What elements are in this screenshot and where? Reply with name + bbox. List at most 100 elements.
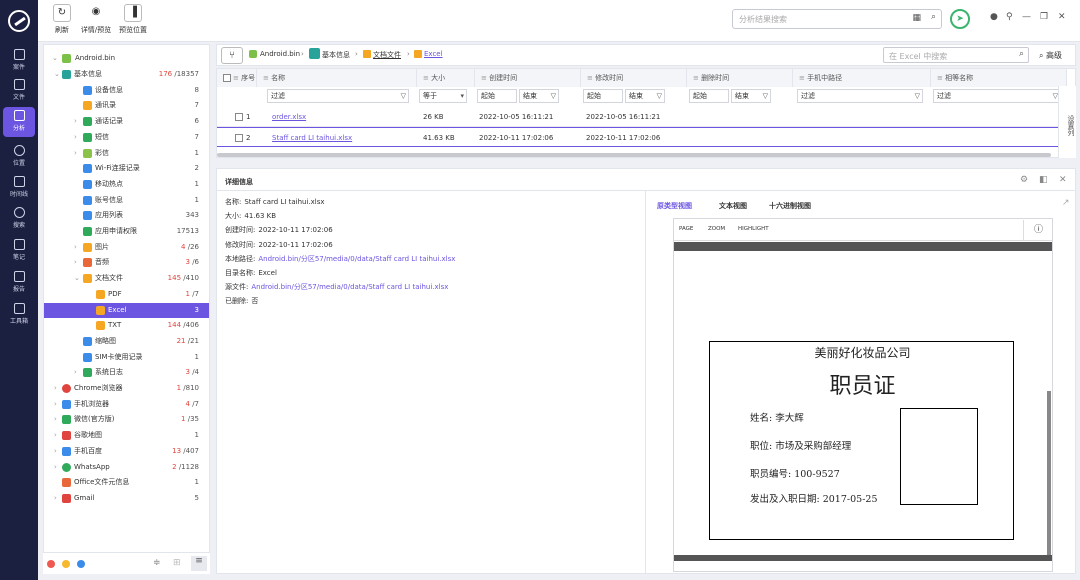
tree-item[interactable]: › 手机浏览器 4 /7 xyxy=(44,397,209,412)
nav-analysis[interactable]: 分析 xyxy=(3,107,35,137)
nav-case[interactable]: 案件 xyxy=(0,46,38,76)
analysis-search-input[interactable]: 分析结果搜索 ▦ ⌕ xyxy=(732,9,942,29)
tree-item[interactable]: › 通话记录 6 xyxy=(44,114,209,129)
breadcrumb-item[interactable]: Excel xyxy=(424,50,443,58)
tree-item[interactable]: Excel 3 xyxy=(44,302,209,318)
gps-icon[interactable]: ➤ xyxy=(950,9,970,29)
chevron-right-icon[interactable]: › xyxy=(74,130,77,145)
row-checkbox[interactable] xyxy=(235,113,243,121)
column-header[interactable]: ≡ 创建时间 xyxy=(475,69,581,87)
select-all-checkbox[interactable] xyxy=(223,74,231,82)
blue-dot-icon[interactable] xyxy=(77,560,85,568)
horizontal-scrollbar[interactable] xyxy=(217,153,1051,157)
external-link-icon[interactable]: ↗ xyxy=(1062,198,1070,208)
vertical-scrollbar[interactable] xyxy=(1047,391,1051,555)
grid-icon[interactable]: ⊞ xyxy=(173,558,181,568)
nav-report[interactable]: 报告 xyxy=(0,268,38,298)
panel-icon[interactable]: ◧ xyxy=(1039,175,1048,185)
column-header[interactable]: ≡ 大小 xyxy=(417,69,475,87)
minimize-icon[interactable]: — xyxy=(1022,12,1031,22)
nav-search[interactable]: 搜索 xyxy=(0,204,38,234)
column-header[interactable]: ≡ 修改时间 xyxy=(581,69,687,87)
path-filter-input[interactable]: 过滤 ▽ xyxy=(797,89,923,103)
refresh-button[interactable]: ↻ 刷新 xyxy=(52,4,72,35)
user-icon[interactable]: ● xyxy=(990,12,998,22)
tree-item[interactable]: › 手机百度 13 /407 xyxy=(44,444,209,459)
tree-item[interactable]: 设备信息 8 xyxy=(44,83,209,98)
deleted-start-input[interactable]: 起始 xyxy=(689,89,729,103)
column-header[interactable]: ≡ 删除时间 xyxy=(687,69,793,87)
tree-item[interactable]: Office文件元信息 1 xyxy=(44,475,209,490)
deleted-end-input[interactable]: 结束 ▽ xyxy=(731,89,771,103)
same-name-filter-input[interactable]: 过滤 ▽ xyxy=(933,89,1061,103)
chevron-right-icon[interactable]: › xyxy=(74,114,77,129)
name-filter-input[interactable]: 过滤 ▽ xyxy=(267,89,409,103)
close-icon[interactable]: ✕ xyxy=(1058,12,1066,22)
tree-item[interactable]: TXT 144 /406 xyxy=(44,318,209,333)
chevron-right-icon[interactable]: › xyxy=(54,428,57,443)
chevron-right-icon[interactable]: › xyxy=(74,146,77,161)
list-view-icon[interactable]: ≡ xyxy=(191,556,207,571)
tree-item[interactable]: ⌄ 基本信息 176 /18357 xyxy=(44,67,209,82)
nav-file[interactable]: 文件 xyxy=(0,76,38,106)
page-button[interactable]: PAGE xyxy=(679,226,693,232)
tree-item[interactable]: › Gmail 5 xyxy=(44,491,209,506)
chevron-right-icon[interactable]: › xyxy=(74,255,77,270)
preview-position-button[interactable]: ▐ 预览位置 xyxy=(116,4,150,35)
nav-timeline[interactable]: 时间线 xyxy=(0,173,38,203)
tree-item[interactable]: PDF 1 /7 xyxy=(44,287,209,302)
tree-item[interactable]: Wi-Fi连接记录 2 xyxy=(44,161,209,176)
tree-item[interactable]: 应用申请权限 17513 xyxy=(44,224,209,239)
search-icon[interactable]: ⌕ xyxy=(931,12,936,22)
chevron-right-icon[interactable]: › xyxy=(54,460,57,475)
column-header[interactable]: ≡ 手机中路径 xyxy=(793,69,931,87)
branch-icon[interactable]: ⑂ xyxy=(221,47,243,64)
highlight-button[interactable]: HIGHLIGHT xyxy=(738,226,769,232)
modified-end-input[interactable]: 结束 ▽ xyxy=(625,89,665,103)
collapse-icon[interactable]: ≑ xyxy=(153,558,161,568)
nav-notes[interactable]: 笔记 xyxy=(0,236,38,266)
modified-start-input[interactable]: 起始 xyxy=(583,89,623,103)
close-icon[interactable]: ✕ xyxy=(1059,175,1067,185)
column-header[interactable]: ≡ 名称 xyxy=(257,69,417,87)
breadcrumb-item[interactable]: Android.bin xyxy=(260,50,300,58)
breadcrumb-item[interactable]: 基本信息 xyxy=(322,50,350,60)
tree-item[interactable]: › 微信(官方版) 1 /35 xyxy=(44,412,209,427)
calendar-icon[interactable]: ▦ xyxy=(912,13,921,23)
zoom-button[interactable]: ZOOM xyxy=(708,226,725,232)
gear-icon[interactable]: ⚙ xyxy=(1020,175,1028,185)
tree-item[interactable]: 缩略图 21 /21 xyxy=(44,334,209,349)
chevron-right-icon[interactable]: › xyxy=(54,444,57,459)
field-value[interactable]: Android.bin/分区57/media/0/data/Staff card… xyxy=(251,283,448,291)
chevron-right-icon[interactable]: › xyxy=(54,381,57,396)
tree-item[interactable]: › 系统日志 3 /4 xyxy=(44,365,209,380)
created-end-input[interactable]: 结束 ▽ xyxy=(519,89,559,103)
restore-icon[interactable]: ❐ xyxy=(1040,12,1048,22)
tree-root[interactable]: ⌄ Android.bin xyxy=(44,51,209,66)
tree-item[interactable]: SIM卡使用记录 1 xyxy=(44,350,209,365)
tab-native-view[interactable]: 原类型视图 xyxy=(657,201,692,211)
chevron-right-icon[interactable]: › xyxy=(74,240,77,255)
tree-item[interactable]: 账号信息 1 xyxy=(44,193,209,208)
file-name-link[interactable]: Staff card LI taihui.xlsx xyxy=(272,128,352,148)
tree-item[interactable]: › 短信 7 xyxy=(44,130,209,145)
size-operator-select[interactable]: 等于 ▾ xyxy=(419,89,467,103)
chevron-right-icon[interactable]: › xyxy=(54,491,57,506)
row-checkbox[interactable] xyxy=(235,134,243,142)
tree-item[interactable]: 移动热点 1 xyxy=(44,177,209,192)
tree-item[interactable]: 通讯录 7 xyxy=(44,98,209,113)
info-icon[interactable]: ⓘ xyxy=(1023,220,1053,240)
tree-item[interactable]: ⌄ 文档文件 145 /410 xyxy=(44,271,209,286)
tab-text-view[interactable]: 文本视图 xyxy=(719,201,747,211)
tree-item[interactable]: › 图片 4 /26 xyxy=(44,240,209,255)
field-value[interactable]: Android.bin/分区57/media/0/data/Staff card… xyxy=(258,255,455,263)
pin-icon[interactable]: ⚲ xyxy=(1006,12,1013,22)
tree-item[interactable]: › WhatsApp 2 /1128 xyxy=(44,460,209,475)
tree-item[interactable]: 应用列表 343 xyxy=(44,208,209,223)
tree-item[interactable]: › 彩信 1 xyxy=(44,146,209,161)
chevron-right-icon[interactable]: › xyxy=(74,365,77,380)
table-row[interactable]: 2 Staff card LI taihui.xlsx 41.63 KB 2022-1… xyxy=(217,127,1065,147)
yellow-dot-icon[interactable] xyxy=(62,560,70,568)
excel-search-input[interactable]: 在 Excel 中搜索 ⌕ xyxy=(883,47,1029,63)
nav-toolbox[interactable]: 工具箱 xyxy=(0,300,38,330)
